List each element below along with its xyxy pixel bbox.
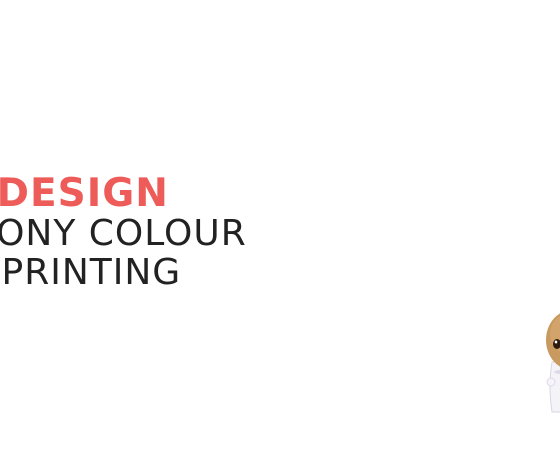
headline-line-2: RMONY COLOUR (0, 213, 247, 254)
paper-doll-icon (546, 313, 560, 413)
headline-line-accent: W DESIGN (0, 171, 169, 216)
headline: W DESIGN RMONY COLOUR OF PRINTING (0, 170, 420, 300)
headline-line-3: OF PRINTING (0, 252, 182, 293)
banner: W DESIGN RMONY COLOUR OF PRINTING (0, 0, 560, 464)
